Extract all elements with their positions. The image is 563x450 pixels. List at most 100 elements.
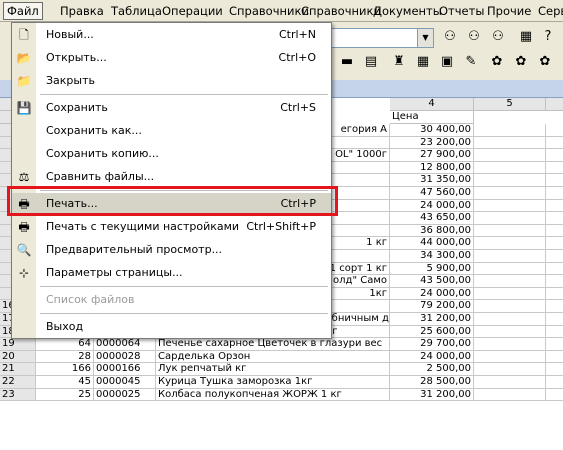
product-name-cell[interactable]: Лук репчатый кг	[156, 363, 390, 376]
price-cell[interactable]: 30 400,00	[390, 124, 474, 137]
empty-cell[interactable]	[474, 350, 546, 364]
price-cell[interactable]: 28 500,00	[390, 376, 474, 389]
product-name-cell[interactable]: Колбаса полукопченая ЖОРЖ 1 кг	[156, 388, 390, 402]
menu-table[interactable]: Таблица	[108, 2, 165, 20]
binoculars-back-icon[interactable]: ⚇	[488, 27, 508, 47]
menu-item-open[interactable]: 📂 Открыть... Ctrl+O	[12, 47, 331, 69]
menu-item-save[interactable]: 💾 Сохранить Ctrl+S	[12, 97, 331, 119]
menu-item-save-as[interactable]: Сохранить как...	[12, 120, 331, 142]
menu-documents[interactable]: Документы	[370, 2, 445, 20]
users-icon[interactable]: ♜	[389, 52, 409, 72]
empty-cell[interactable]	[546, 137, 563, 150]
price-cell[interactable]: 47 560,00	[390, 187, 474, 200]
empty-cell[interactable]	[474, 262, 546, 276]
empty-cell[interactable]	[474, 224, 546, 238]
module-icon[interactable]: ▬	[337, 52, 357, 72]
price-cell[interactable]: 31 200,00	[390, 313, 474, 326]
row-index-cell[interactable]: 19	[0, 338, 36, 351]
toolbar-combo[interactable]: ▼	[330, 28, 434, 48]
empty-cell[interactable]	[474, 275, 546, 288]
price-cell[interactable]: 27 900,00	[390, 149, 474, 162]
chevron-down-icon[interactable]: ▼	[417, 29, 433, 47]
empty-cell[interactable]	[546, 149, 563, 162]
table-icon[interactable]: ▤	[361, 52, 381, 72]
price-cell[interactable]: 24 000,00	[390, 350, 474, 364]
menu-item-new[interactable]: 🗋 Новый... Ctrl+N	[12, 24, 331, 46]
empty-cell[interactable]	[474, 325, 546, 339]
empty-cell[interactable]	[546, 389, 563, 402]
price-cell[interactable]: 43 650,00	[390, 212, 474, 225]
empty-cell[interactable]	[474, 136, 546, 150]
column-header-6[interactable]	[546, 98, 563, 111]
column-header-4[interactable]: 4	[390, 98, 474, 111]
menu-edit[interactable]: Правка	[57, 2, 107, 20]
stamp-3-icon[interactable]: ✿	[535, 52, 555, 72]
column-header-5[interactable]: 5	[474, 98, 546, 111]
calendar-icon[interactable]: ▦	[516, 27, 536, 47]
menu-item-compare[interactable]: ⚖ Сравнить файлы...	[12, 166, 331, 188]
empty-cell[interactable]	[474, 187, 546, 200]
calc-icon[interactable]: ▣	[437, 52, 457, 72]
empty-cell[interactable]	[474, 250, 546, 263]
menu-reports[interactable]: Отчеты	[436, 2, 487, 20]
empty-cell[interactable]	[546, 376, 563, 389]
menu-item-page-setup[interactable]: ⊹ Параметры страницы...	[12, 262, 331, 284]
empty-cell[interactable]	[474, 161, 546, 175]
empty-cell[interactable]	[474, 124, 546, 137]
number-cell[interactable]: 45	[36, 376, 94, 389]
menu-operations[interactable]: Операции	[159, 2, 226, 20]
row-index-cell[interactable]: 20	[0, 350, 36, 364]
price-cell[interactable]: 31 200,00	[390, 388, 474, 402]
product-name-cell[interactable]: Печенье сахарное Цветочек в глазури вес	[156, 338, 390, 351]
number-cell[interactable]: 64	[36, 338, 94, 351]
price-cell[interactable]: 24 000,00	[390, 199, 474, 213]
empty-cell[interactable]	[474, 149, 546, 162]
empty-cell[interactable]	[546, 124, 563, 137]
code-cell[interactable]: 0000166	[94, 363, 156, 376]
product-name-cell[interactable]: Курица Тушка заморозка 1кг	[156, 376, 390, 389]
price-cell[interactable]: 34 300,00	[390, 250, 474, 263]
price-cell[interactable]: 23 200,00	[390, 136, 474, 150]
code-cell[interactable]: 0000064	[94, 338, 156, 351]
price-cell[interactable]: 31 350,00	[390, 174, 474, 187]
price-cell[interactable]: 5 900,00	[390, 262, 474, 276]
stamp-2-icon[interactable]: ✿	[511, 52, 531, 72]
price-cell[interactable]: 2 500,00	[390, 363, 474, 376]
help-icon[interactable]: ?	[538, 27, 558, 47]
menu-other[interactable]: Прочие	[484, 2, 534, 20]
code-cell[interactable]: 0000045	[94, 376, 156, 389]
number-cell[interactable]: 25	[36, 388, 94, 402]
row-index-cell[interactable]: 23	[0, 388, 36, 402]
number-cell[interactable]: 28	[36, 350, 94, 364]
price-cell[interactable]: 12 800,00	[390, 161, 474, 175]
price-cell[interactable]: 36 800,00	[390, 224, 474, 238]
empty-cell[interactable]	[546, 200, 563, 213]
price-cell[interactable]: 79 200,00	[390, 300, 474, 313]
empty-cell[interactable]	[546, 187, 563, 200]
menu-service[interactable]: Серви	[535, 2, 563, 20]
empty-cell[interactable]	[546, 275, 563, 288]
empty-cell[interactable]	[546, 162, 563, 175]
stamp-icon[interactable]: ✿	[487, 52, 507, 72]
price-cell[interactable]: 43 500,00	[390, 275, 474, 288]
empty-cell[interactable]	[474, 300, 546, 313]
number-cell[interactable]: 166	[36, 363, 94, 376]
empty-cell[interactable]	[474, 287, 546, 301]
empty-cell[interactable]	[474, 338, 546, 351]
row-index-cell[interactable]: 22	[0, 376, 36, 389]
empty-cell[interactable]	[546, 300, 563, 313]
binoculars-icon[interactable]: ⚇	[440, 27, 460, 47]
empty-cell[interactable]	[474, 199, 546, 213]
price-cell[interactable]: 44 000,00	[390, 237, 474, 250]
grid-icon[interactable]: ▦	[413, 52, 433, 72]
menu-item-exit[interactable]: Выход	[12, 316, 331, 338]
menu-item-print-current[interactable]: 🖶 Печать с текущими настройками Ctrl+Shi…	[12, 216, 331, 238]
empty-cell[interactable]	[474, 313, 546, 326]
pen-icon[interactable]: ✎	[461, 52, 481, 72]
empty-cell[interactable]	[546, 313, 563, 326]
empty-cell[interactable]	[546, 263, 563, 276]
empty-cell[interactable]	[474, 212, 546, 225]
empty-cell[interactable]	[546, 338, 563, 351]
code-cell[interactable]: 0000025	[94, 388, 156, 402]
empty-cell[interactable]	[474, 174, 546, 187]
